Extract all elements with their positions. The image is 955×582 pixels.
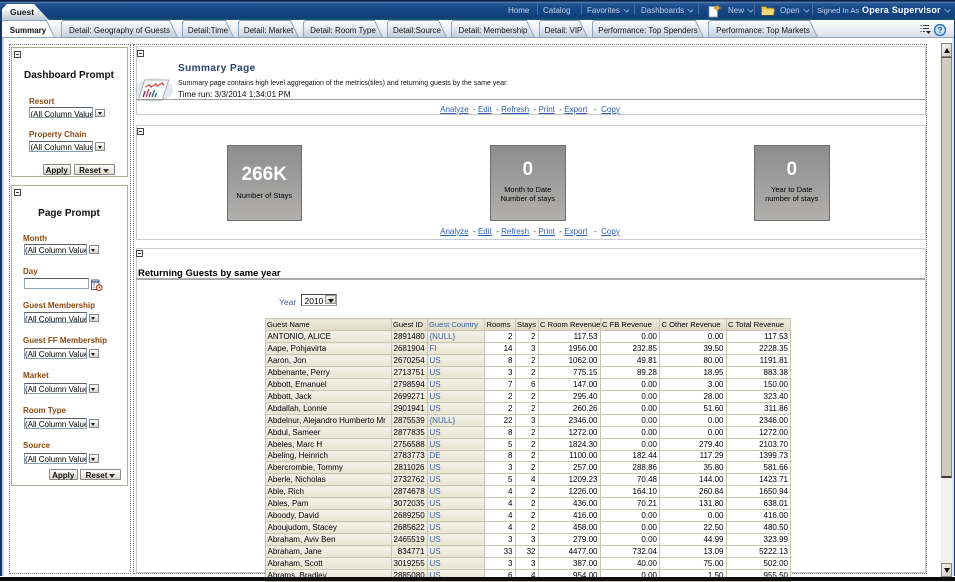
svg-text:Detail: Geography of Guests: Detail: Geography of Guests xyxy=(69,26,170,35)
svg-text:Detail: VIP: Detail: VIP xyxy=(545,26,583,35)
svg-text:Detail: Membership: Detail: Membership xyxy=(459,26,528,35)
svg-text:Detail:Source: Detail:Source xyxy=(393,26,442,35)
svg-text:Detail: Market: Detail: Market xyxy=(244,26,294,35)
svg-text:Detail:Time: Detail:Time xyxy=(188,26,229,35)
svg-text:2: 2 xyxy=(92,283,95,289)
svg-text:Performance: Top Spenders: Performance: Top Spenders xyxy=(598,26,697,35)
svg-text:?: ? xyxy=(937,25,942,35)
svg-text:Detail: Room Type: Detail: Room Type xyxy=(310,26,376,35)
svg-text:Performance: Top Markets: Performance: Top Markets xyxy=(716,26,810,35)
svg-text:Summary: Summary xyxy=(10,26,47,35)
